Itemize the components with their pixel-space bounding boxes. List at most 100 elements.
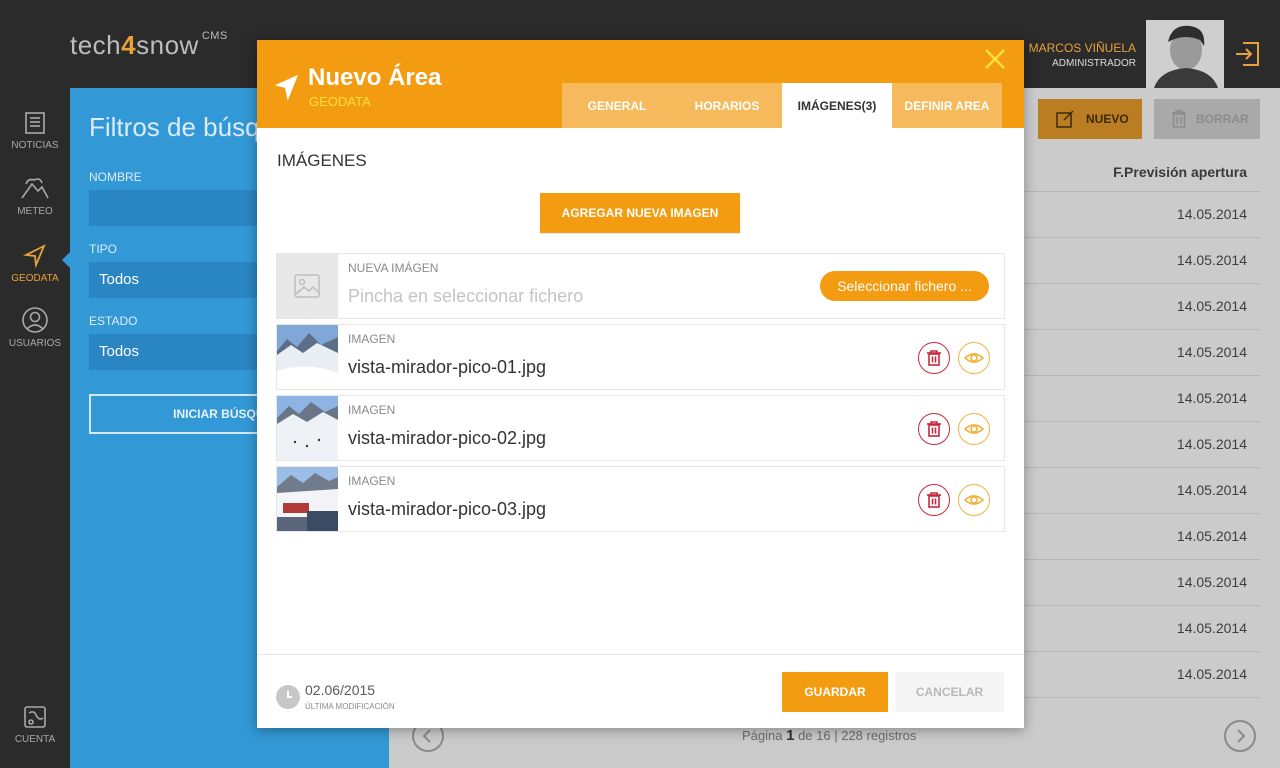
- add-image-button[interactable]: AGREGAR NUEVA IMAGEN: [540, 193, 740, 233]
- image-placeholder: [277, 254, 338, 318]
- logo-text-snow: snow: [136, 30, 199, 60]
- sidebar-item-cuenta[interactable]: CUENTA: [0, 704, 70, 745]
- dialog-subtitle: GEODATA: [309, 94, 371, 109]
- image-label: IMAGEN: [348, 332, 396, 346]
- dialog-tabs: GENERAL HORARIOS IMÁGENES(3) DEFINIR ARE…: [562, 83, 1002, 128]
- image-label: IMAGEN: [348, 474, 396, 488]
- new-button-label: NUEVO: [1086, 112, 1129, 126]
- image-icon: [294, 274, 320, 298]
- trash-icon: [1172, 110, 1186, 128]
- sidebar-item-label: USUARIOS: [8, 338, 62, 349]
- table-divider: [1024, 191, 1260, 192]
- table-cell-date: 14.05.2014: [1176, 436, 1247, 452]
- delete-image-button[interactable]: [918, 342, 950, 374]
- pagination-prefix: Página: [742, 728, 783, 743]
- table-cell-date: 14.05.2014: [1176, 344, 1247, 360]
- view-image-button[interactable]: [958, 342, 990, 374]
- column-header-opening-date[interactable]: F.Previsión apertura: [1113, 164, 1247, 180]
- table-cell-date: 14.05.2014: [1176, 574, 1247, 590]
- logo-text-tech: tech: [70, 30, 122, 60]
- select-file-button[interactable]: Seleccionar fichero ...: [820, 271, 989, 301]
- delete-image-button[interactable]: [918, 484, 950, 516]
- image-filename: vista-mirador-pico-02.jpg: [348, 428, 547, 448]
- eye-icon: [964, 353, 984, 363]
- tab-definir-area[interactable]: DEFINIR AREA: [892, 83, 1002, 128]
- logout-icon[interactable]: [1233, 40, 1261, 68]
- sidebar-item-label: NOTICIAS: [11, 140, 59, 151]
- mountain-cloud-icon: [21, 178, 49, 199]
- table-cell-date: 14.05.2014: [1176, 206, 1247, 222]
- table-divider: [1024, 375, 1260, 376]
- table-cell-date: 14.05.2014: [1176, 390, 1247, 406]
- image-thumbnail[interactable]: [277, 325, 338, 389]
- sidebar-item-label: CUENTA: [14, 734, 56, 745]
- table-divider: [1024, 605, 1260, 606]
- logo-text-cms: CMS: [201, 30, 228, 42]
- table-cell-date: 14.05.2014: [1176, 482, 1247, 498]
- tab-general[interactable]: GENERAL: [562, 83, 672, 128]
- next-page-button[interactable]: [1224, 720, 1256, 752]
- file-path-field[interactable]: Pincha en seleccionar fichero: [348, 286, 583, 307]
- image-thumbnail[interactable]: [277, 467, 338, 531]
- avatar[interactable]: [1146, 20, 1224, 88]
- dialog-header: Nuevo Área GEODATA GENERAL HORARIOS IMÁG…: [257, 40, 1024, 128]
- footer-divider: [257, 654, 1024, 655]
- tab-horarios[interactable]: HORARIOS: [672, 83, 782, 128]
- trash-icon: [927, 492, 941, 508]
- name-filter-label: NOMBRE: [89, 170, 142, 184]
- map-icon: [24, 706, 46, 728]
- cancel-button[interactable]: CANCELAR: [895, 672, 1004, 712]
- state-filter-label: ESTADO: [89, 314, 138, 328]
- sidebar-item-noticias[interactable]: NOTICIAS: [0, 110, 70, 151]
- table-divider: [1024, 329, 1260, 330]
- table-divider: [1024, 283, 1260, 284]
- table-cell-date: 14.05.2014: [1176, 252, 1247, 268]
- image-row: IMAGEN vista-mirador-pico-02.jpg: [276, 395, 1005, 461]
- image-thumbnail[interactable]: [277, 396, 338, 460]
- new-area-dialog: Nuevo Área GEODATA GENERAL HORARIOS IMÁG…: [257, 40, 1024, 728]
- user-name: MARCOS VIÑUELA: [1028, 41, 1136, 55]
- newspaper-icon: [25, 112, 45, 134]
- tab-imagenes[interactable]: IMÁGENES(3): [782, 83, 892, 128]
- table-cell-date: 14.05.2014: [1176, 298, 1247, 314]
- image-row: IMAGEN vista-mirador-pico-03.jpg: [276, 466, 1005, 532]
- app-logo: tech4snow CMS: [70, 30, 228, 61]
- delete-button[interactable]: BORRAR: [1154, 99, 1260, 139]
- view-image-button[interactable]: [958, 413, 990, 445]
- table-divider: [1024, 559, 1260, 560]
- view-image-button[interactable]: [958, 484, 990, 516]
- pagination-suffix: de 16 | 228 registros: [798, 728, 917, 743]
- image-filename: vista-mirador-pico-01.jpg: [348, 357, 547, 377]
- table-divider: [1024, 697, 1260, 698]
- last-modified-date: 02.06/2015: [305, 682, 376, 698]
- navigation-arrow-icon: [275, 74, 299, 100]
- delete-image-button[interactable]: [918, 413, 950, 445]
- eye-icon: [964, 424, 984, 434]
- close-icon: [985, 49, 1005, 69]
- new-button[interactable]: NUEVO: [1038, 99, 1142, 139]
- chevron-right-icon: [1237, 729, 1246, 743]
- sidebar-item-meteo[interactable]: METEO: [0, 176, 70, 217]
- table-divider: [1024, 513, 1260, 514]
- user-icon: [22, 307, 48, 333]
- active-indicator: [62, 252, 70, 268]
- table-cell-date: 14.05.2014: [1176, 528, 1247, 544]
- table-cell-date: 14.05.2014: [1176, 666, 1247, 682]
- sidebar-item-usuarios[interactable]: USUARIOS: [0, 306, 70, 349]
- new-image-row: NUEVA IMÁGEN Pincha en seleccionar fiche…: [276, 253, 1005, 319]
- table-divider: [1024, 467, 1260, 468]
- table-divider: [1024, 421, 1260, 422]
- close-button[interactable]: [983, 47, 1007, 71]
- trash-icon: [927, 421, 941, 437]
- clock-icon: [276, 685, 300, 709]
- section-title: IMÁGENES: [277, 151, 367, 170]
- navigation-arrow-icon: [22, 244, 46, 269]
- image-filename: vista-mirador-pico-03.jpg: [348, 499, 547, 519]
- last-modified-caption: ÚLTIMA MODIFICACIÓN: [305, 702, 395, 711]
- table-divider: [1024, 237, 1260, 238]
- eye-icon: [964, 495, 984, 505]
- save-button[interactable]: GUARDAR: [782, 672, 888, 712]
- image-row: IMAGEN vista-mirador-pico-01.jpg: [276, 324, 1005, 390]
- sidebar-item-geodata[interactable]: GEODATA: [0, 243, 70, 284]
- sidebar-item-label: GEODATA: [11, 273, 59, 284]
